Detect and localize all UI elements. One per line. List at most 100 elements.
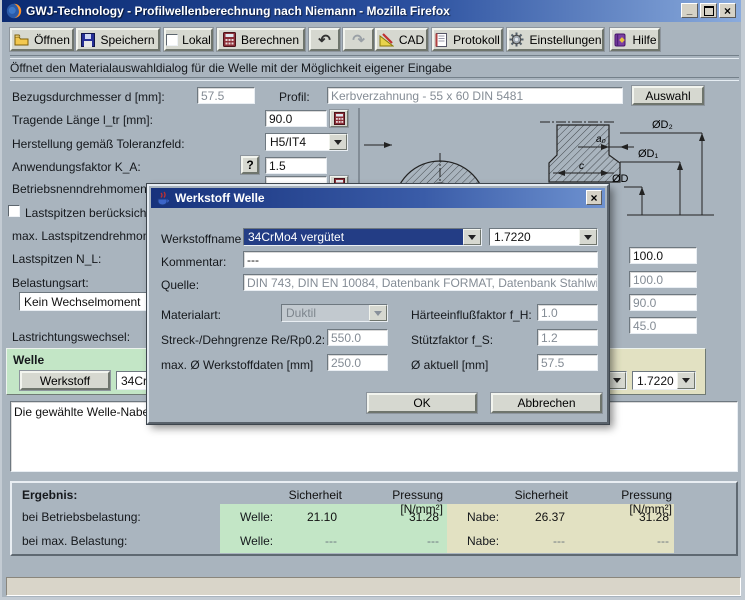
redo-button[interactable]: ↷ — [343, 28, 374, 51]
dim-d1-label: ØD₁ — [638, 148, 659, 160]
streck-label: Streck-/Dehngrenze Re/Rp0.2: — [161, 333, 325, 347]
calculator-icon — [223, 32, 236, 47]
save-button[interactable]: Speichern — [76, 28, 160, 51]
streck-field[interactable]: 550.0 — [327, 329, 388, 346]
nabe-sicherheit-value: --- — [495, 534, 565, 548]
lastrichtung-label: Lastrichtungswechsel: — [12, 330, 130, 344]
tragende-laenge-label: Tragende Länge l_tr [mm]: — [12, 113, 153, 127]
belastungsart-label: Belastungsart: — [12, 276, 89, 290]
save-floppy-icon — [81, 33, 95, 47]
toleranzfeld-label: Herstellung gemäß Toleranzfeld: — [12, 137, 185, 151]
protokoll-button[interactable]: Protokoll — [432, 28, 503, 51]
toolbar-separator — [10, 55, 739, 59]
bezugsdurchmesser-field[interactable]: 57.5 — [197, 87, 255, 104]
quelle-field[interactable]: DIN 743, DIN EN 10084, Datenbank FORMAT,… — [243, 274, 598, 291]
col-header-sicherheit-welle: Sicherheit — [254, 488, 342, 502]
tragende-laenge-field[interactable]: 90.0 — [265, 110, 327, 127]
application-window: GWJ-Technology - Profilwellenberechnung … — [0, 0, 745, 600]
max-durchmesser-label: max. Ø Werkstoffdaten [mm] — [161, 358, 313, 372]
anwendungsfaktor-field[interactable]: 1.5 — [265, 157, 327, 174]
toleranzfeld-combo[interactable]: H5/IT4 — [265, 133, 348, 151]
welle-sicherheit-value: 21.10 — [267, 510, 337, 524]
dim-c-label: c — [579, 161, 584, 172]
window-title: GWJ-Technology - Profilwellenberechnung … — [26, 4, 450, 18]
infoline-separator — [10, 77, 739, 81]
calculate-button[interactable]: Berechnen — [217, 28, 305, 51]
status-info-line: Öffnet den Materialauswahldialog für die… — [10, 61, 452, 75]
lastspitzen-checkbox[interactable] — [8, 205, 20, 217]
dialog-title: Werkstoff Welle — [175, 191, 265, 205]
stuetz-label: Stützfaktor f_S: — [411, 333, 493, 347]
help-book-icon — [613, 33, 627, 47]
chevron-down-icon[interactable] — [608, 372, 626, 389]
max-durchmesser-field[interactable]: 250.0 — [327, 354, 388, 371]
cad-icon — [379, 33, 394, 47]
help-button[interactable]: Hilfe — [610, 28, 660, 51]
results-title: Ergebnis: — [22, 488, 77, 502]
chevron-down-icon[interactable] — [677, 372, 695, 389]
bezugsdurchmesser-label: Bezugsdurchmesser d [mm]: — [12, 90, 165, 104]
window-titlebar: GWJ-Technology - Profilwellenberechnung … — [2, 0, 741, 22]
werkstoff-welle-dialog: Werkstoff Welle × Werkstoffname 34CrMo4 … — [147, 184, 609, 424]
dim-d-label: ØD — [612, 173, 629, 185]
close-button[interactable]: × — [719, 3, 736, 18]
open-button[interactable]: Öffnen — [10, 28, 74, 51]
cad-button[interactable]: CAD — [375, 28, 428, 51]
dialog-titlebar: Werkstoff Welle × — [151, 188, 605, 208]
nabe-sicherheit-value: 26.37 — [495, 510, 565, 524]
maximize-button[interactable] — [700, 3, 717, 18]
profil-label: Profil: — [279, 90, 310, 104]
materialart-combo[interactable]: Duktil — [281, 304, 388, 322]
werkstoff-button[interactable]: Werkstoff — [20, 371, 110, 390]
haerte-field[interactable]: 1.0 — [537, 304, 598, 321]
nabe-number-combo[interactable]: 1.7220 — [632, 371, 696, 390]
aktuell-field[interactable]: 57.5 — [537, 354, 598, 371]
lokal-toggle[interactable]: Lokal — [164, 28, 213, 51]
aktuell-label: Ø aktuell [mm] — [411, 358, 488, 372]
minimize-button[interactable]: _ — [681, 3, 698, 18]
werkstoffname-combo[interactable]: 34CrMo4 vergütet — [243, 228, 482, 246]
materialart-label: Materialart: — [161, 308, 221, 322]
java-cup-icon — [155, 191, 170, 206]
werkstoffname-label: Werkstoffname — [161, 232, 241, 246]
nabe-pressung-value: --- — [599, 534, 669, 548]
chevron-down-icon[interactable] — [463, 229, 481, 245]
chevron-down-icon — [369, 305, 387, 321]
status-bar — [6, 577, 741, 596]
dialog-close-button[interactable]: × — [586, 190, 602, 205]
mini-calculator-icon — [334, 112, 345, 125]
welle-sicherheit-value: --- — [267, 534, 337, 548]
redo-icon: ↷ — [352, 31, 365, 49]
chevron-down-icon[interactable] — [329, 134, 347, 150]
anwendungsfaktor-help-button[interactable]: ? — [241, 156, 259, 174]
anwendungsfaktor-label: Anwendungsfaktor K_A: — [12, 160, 141, 174]
open-folder-icon — [14, 33, 29, 46]
result-row-label: bei Betriebsbelastung: — [22, 510, 141, 524]
settings-gear-icon — [509, 32, 524, 47]
result-row-label: bei max. Belastung: — [22, 534, 127, 548]
window-controls: _ × — [679, 3, 736, 18]
lokal-checkbox[interactable] — [166, 34, 178, 46]
dim-d2-label: ØD₂ — [652, 119, 673, 131]
chevron-down-icon[interactable] — [579, 229, 597, 245]
ok-button[interactable]: OK — [367, 393, 477, 413]
kommentar-field[interactable]: --- — [243, 251, 598, 268]
undo-icon: ↶ — [318, 31, 331, 49]
haerte-label: Härteeinflußfaktor f_H: — [411, 308, 532, 322]
protocol-document-icon — [435, 33, 448, 47]
quelle-label: Quelle: — [161, 278, 199, 292]
max-lastspitzen-label: max. Lastspitzendrehmoment — [12, 229, 169, 243]
settings-button[interactable]: Einstellungen — [507, 28, 604, 51]
welle-pressung-value: --- — [369, 534, 439, 548]
kommentar-label: Kommentar: — [161, 255, 226, 269]
nabe-pressung-value: 31.28 — [599, 510, 669, 524]
tragende-laenge-calc-button[interactable] — [330, 110, 348, 127]
dim-a0-label: a₀ — [596, 134, 606, 145]
col-header-sicherheit-nabe: Sicherheit — [480, 488, 568, 502]
werkstoffnummer-combo[interactable]: 1.7220 — [489, 228, 598, 246]
firefox-icon — [6, 3, 22, 19]
undo-button[interactable]: ↶ — [309, 28, 340, 51]
welle-pressung-value: 31.28 — [369, 510, 439, 524]
stuetz-field[interactable]: 1.2 — [537, 329, 598, 346]
cancel-button[interactable]: Abbrechen — [491, 393, 602, 413]
